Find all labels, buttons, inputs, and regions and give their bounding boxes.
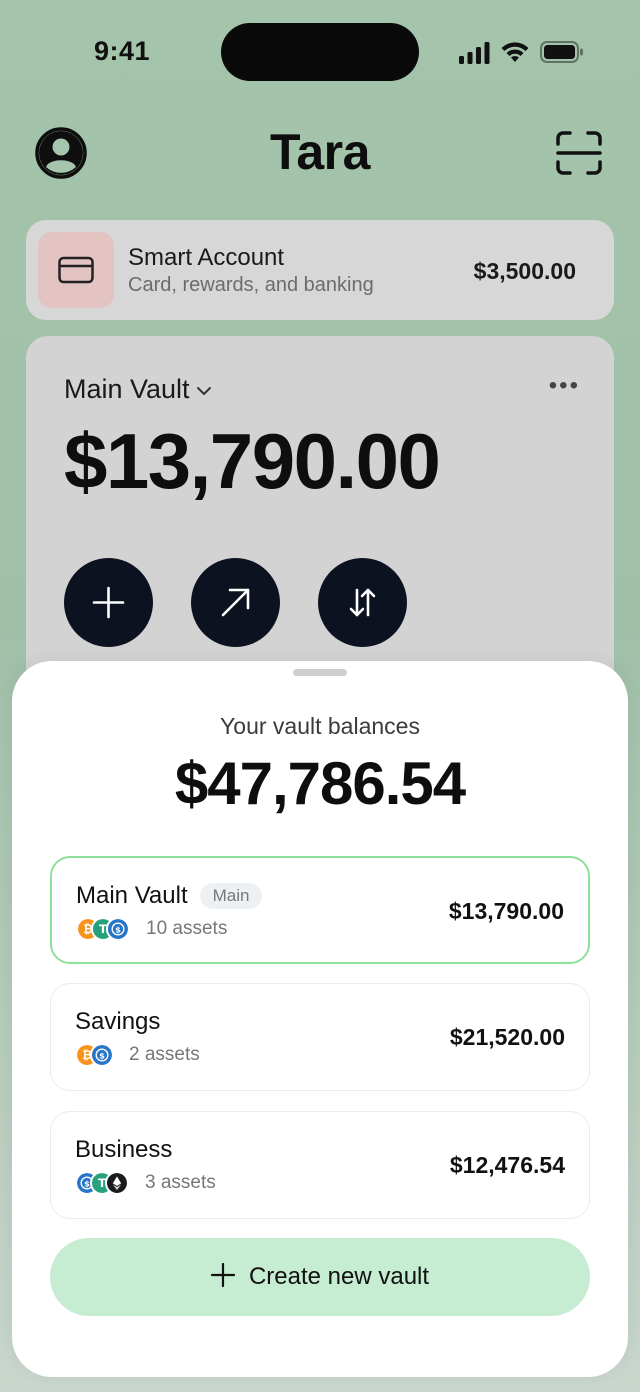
arrow-up-right-icon	[221, 588, 250, 617]
vault-row-title: Business	[75, 1136, 172, 1164]
send-button[interactable]	[191, 558, 280, 647]
sheet-label: Your vault balances	[220, 713, 420, 739]
smart-account-balance: $3,500.00	[473, 258, 576, 284]
main-badge: Main	[199, 883, 263, 909]
vault-row-savings[interactable]: Savings ₿ $ 2 assets $21,520.00	[50, 983, 590, 1091]
ethereum-icon	[105, 1171, 129, 1195]
vault-selector[interactable]: Main Vault	[64, 374, 212, 405]
vault-row-title: Savings	[75, 1008, 160, 1036]
swap-button[interactable]	[318, 558, 407, 647]
vault-row-assets: 10 assets	[146, 918, 228, 939]
vault-row-name: Savings	[75, 1008, 161, 1035]
vault-row-main[interactable]: Main Vault Main ₿ T $ 10 assets $13,790.0…	[50, 856, 590, 964]
status-bar: 9:41	[0, 0, 640, 104]
usdc-icon: $	[90, 1043, 114, 1067]
create-new-vault-label: Create new vault	[248, 1263, 430, 1290]
status-time: 9:41	[94, 36, 151, 66]
plus-icon	[92, 586, 125, 619]
vault-row-amount: $13,790.00	[448, 898, 564, 924]
cellular-signal-icon	[459, 42, 490, 64]
vault-row-amount: $12,476.54	[449, 1152, 565, 1178]
vault-balance: $13,790.00	[64, 417, 441, 505]
wifi-icon	[501, 42, 529, 62]
vault-row-business[interactable]: Business $ T 3 assets $12,476.54	[50, 1111, 590, 1219]
create-new-vault-button[interactable]: Create new vault	[50, 1238, 590, 1316]
smart-account-card[interactable]: Smart Account Card, rewards, and banking…	[26, 220, 614, 320]
vault-balances-sheet: Your vault balances $47,786.54 Main Vaul…	[12, 661, 628, 1377]
credit-card-icon	[58, 256, 94, 284]
vault-row-amount: $21,520.00	[449, 1024, 565, 1050]
svg-text:$: $	[99, 1050, 105, 1060]
more-options-icon[interactable]: •••	[549, 372, 580, 400]
vault-row-name: Main Vault	[76, 882, 188, 909]
swap-vertical-icon	[349, 588, 376, 617]
usdc-icon: $	[106, 917, 130, 941]
smart-account-subtitle: Card, rewards, and banking	[128, 274, 374, 296]
add-funds-button[interactable]	[64, 558, 153, 647]
vault-name: Main Vault	[64, 374, 190, 404]
plus-icon	[210, 1262, 236, 1288]
svg-text:$: $	[115, 924, 121, 934]
sheet-drag-handle[interactable]	[293, 669, 347, 676]
battery-icon	[540, 41, 583, 63]
scan-frame-icon[interactable]	[555, 130, 603, 176]
dynamic-island	[221, 23, 419, 81]
vault-row-assets: 2 assets	[129, 1044, 200, 1065]
app-title: Tara	[270, 124, 370, 180]
vault-row-assets: 3 assets	[145, 1172, 216, 1193]
smart-account-icon-tile	[38, 232, 114, 308]
chevron-down-icon	[196, 386, 211, 395]
vault-row-name: Business	[75, 1136, 173, 1163]
smart-account-title: Smart Account	[128, 244, 285, 271]
sheet-total-balance: $47,786.54	[174, 750, 466, 817]
create-new-vault-content: Create new vault	[50, 1262, 590, 1291]
vault-row-title: Main Vault Main	[76, 882, 263, 910]
